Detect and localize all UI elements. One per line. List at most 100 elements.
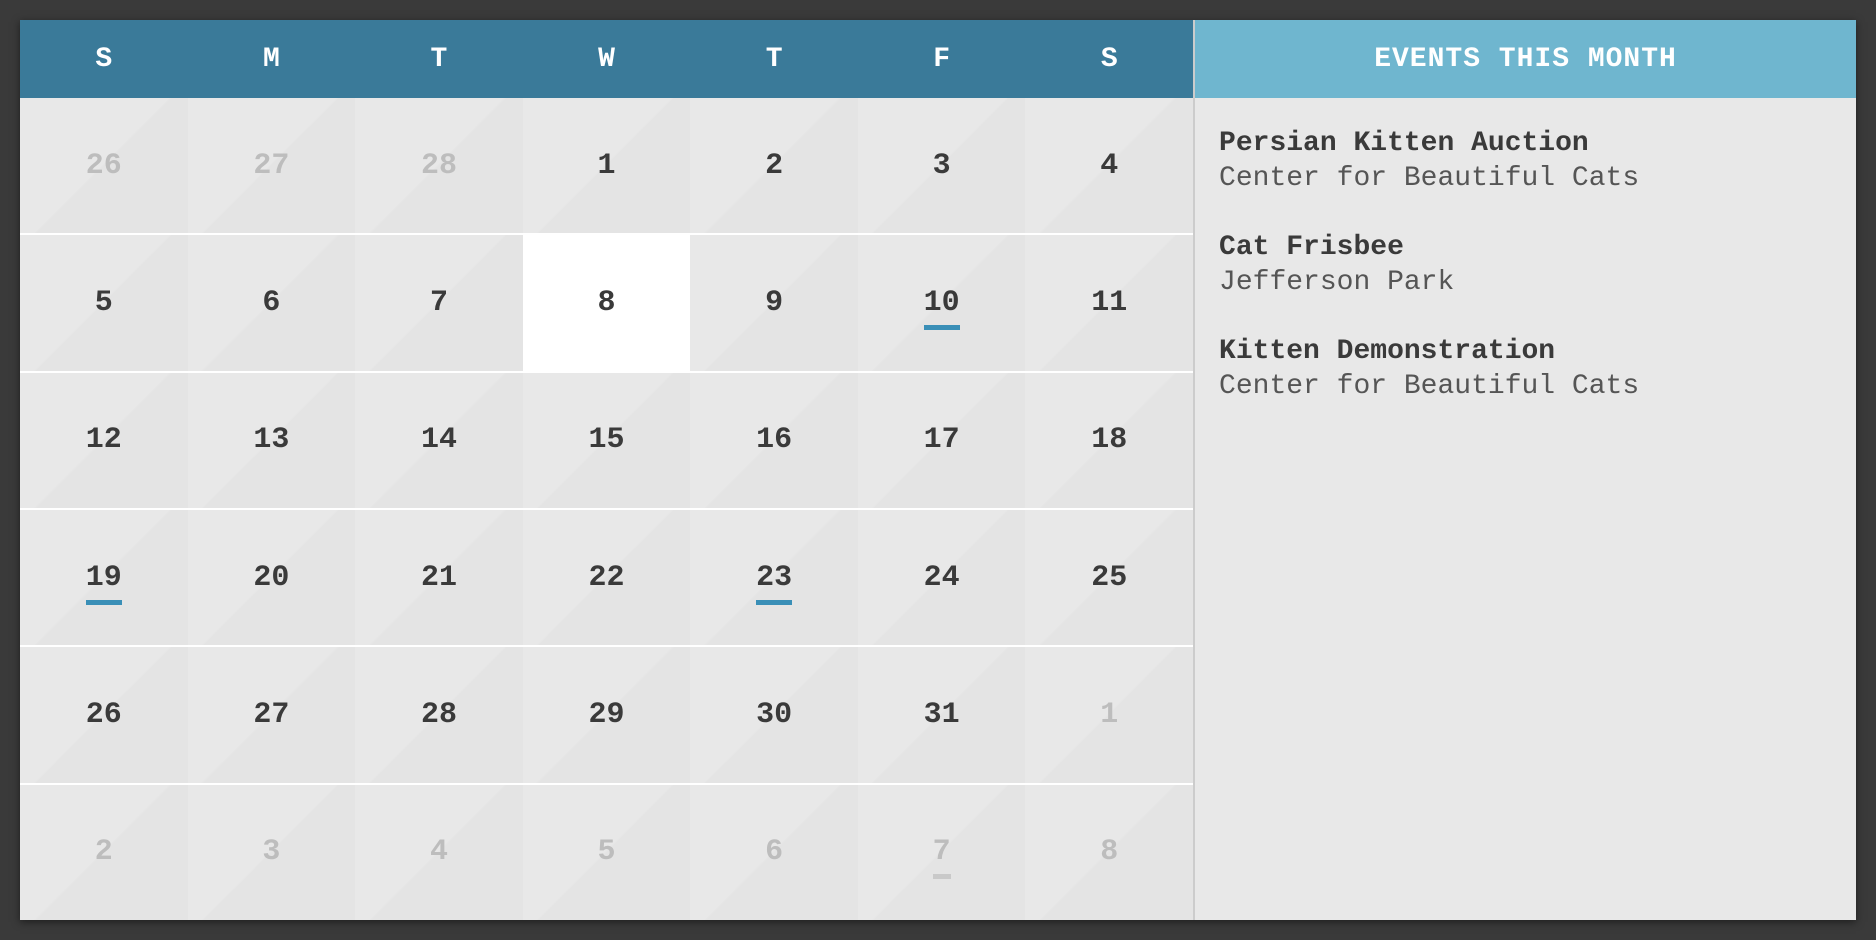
day-number: 6 xyxy=(765,835,783,869)
calendar-day-cell[interactable]: 22 xyxy=(523,510,691,645)
calendar-day-cell[interactable]: 21 xyxy=(355,510,523,645)
day-number: 30 xyxy=(756,698,792,732)
day-number: 27 xyxy=(253,149,289,183)
calendar-day-cell[interactable]: 3 xyxy=(188,785,356,920)
calendar-day-cell[interactable]: 6 xyxy=(690,785,858,920)
calendar-day-cell[interactable]: 13 xyxy=(188,373,356,508)
day-number: 22 xyxy=(589,561,625,595)
calendar-day-cell[interactable]: 23 xyxy=(690,510,858,645)
calendar-day-cell[interactable]: 20 xyxy=(188,510,356,645)
events-list: Persian Kitten AuctionCenter for Beautif… xyxy=(1195,98,1856,466)
calendar-day-cell[interactable]: 8 xyxy=(1025,785,1193,920)
day-of-week-sun: S xyxy=(20,20,188,98)
calendar-day-cell[interactable]: 16 xyxy=(690,373,858,508)
day-number: 15 xyxy=(589,423,625,457)
day-number: 12 xyxy=(86,423,122,457)
calendar-day-cell[interactable]: 15 xyxy=(523,373,691,508)
day-number: 11 xyxy=(1091,286,1127,320)
day-number: 23 xyxy=(756,561,792,595)
day-number: 10 xyxy=(924,286,960,320)
calendar-day-cell[interactable]: 18 xyxy=(1025,373,1193,508)
day-number: 29 xyxy=(589,698,625,732)
calendar-day-cell[interactable]: 27 xyxy=(188,647,356,782)
calendar-day-cell[interactable]: 4 xyxy=(355,785,523,920)
day-number: 5 xyxy=(598,835,616,869)
event-location: Center for Beautiful Cats xyxy=(1219,369,1832,404)
calendar-day-cell[interactable]: 11 xyxy=(1025,235,1193,370)
day-number: 8 xyxy=(1100,835,1118,869)
calendar-day-cell[interactable]: 19 xyxy=(20,510,188,645)
calendar-day-cell[interactable]: 1 xyxy=(523,98,691,233)
calendar-day-cell[interactable]: 26 xyxy=(20,98,188,233)
calendar-day-cell[interactable]: 29 xyxy=(523,647,691,782)
calendar-day-cell[interactable]: 9 xyxy=(690,235,858,370)
event-item[interactable]: Cat FrisbeeJefferson Park xyxy=(1219,230,1832,300)
calendar-day-cell[interactable]: 7 xyxy=(355,235,523,370)
calendar-day-cell[interactable]: 26 xyxy=(20,647,188,782)
day-number: 24 xyxy=(924,561,960,595)
calendar-day-cell[interactable]: 24 xyxy=(858,510,1026,645)
event-item[interactable]: Kitten DemonstrationCenter for Beautiful… xyxy=(1219,334,1832,404)
day-number: 7 xyxy=(430,286,448,320)
calendar-day-cell[interactable]: 2 xyxy=(690,98,858,233)
day-number: 20 xyxy=(253,561,289,595)
day-number: 21 xyxy=(421,561,457,595)
calendar-day-cell[interactable]: 27 xyxy=(188,98,356,233)
day-number: 1 xyxy=(598,149,616,183)
calendar-day-cell[interactable]: 10 xyxy=(858,235,1026,370)
calendar-day-cell[interactable]: 8 xyxy=(523,235,691,370)
calendar-day-cell[interactable]: 4 xyxy=(1025,98,1193,233)
calendar-body: 2627281234567891011121314151617181920212… xyxy=(20,98,1193,920)
day-number: 3 xyxy=(262,835,280,869)
day-number: 7 xyxy=(933,835,951,869)
day-number: 13 xyxy=(253,423,289,457)
calendar-day-cell[interactable]: 25 xyxy=(1025,510,1193,645)
calendar-row: 26 27 28 1 2 3 4 xyxy=(20,98,1193,235)
day-number: 28 xyxy=(421,149,457,183)
calendar-day-cell[interactable]: 5 xyxy=(20,235,188,370)
day-of-week-tue: T xyxy=(355,20,523,98)
calendar-day-cell[interactable]: 6 xyxy=(188,235,356,370)
day-number: 14 xyxy=(421,423,457,457)
day-number: 16 xyxy=(756,423,792,457)
calendar-row: 26 27 28 29 30 31 1 xyxy=(20,647,1193,784)
day-of-week-sat: S xyxy=(1025,20,1193,98)
day-number: 27 xyxy=(253,698,289,732)
day-number: 18 xyxy=(1091,423,1127,457)
event-location: Center for Beautiful Cats xyxy=(1219,161,1832,196)
event-item[interactable]: Persian Kitten AuctionCenter for Beautif… xyxy=(1219,126,1832,196)
calendar-day-cell[interactable]: 1 xyxy=(1025,647,1193,782)
calendar-day-cell[interactable]: 30 xyxy=(690,647,858,782)
calendar-days-header: S M T W T F S xyxy=(20,20,1193,98)
calendar-widget: S M T W T F S 26272812345678910111213141… xyxy=(20,20,1856,920)
calendar-day-cell[interactable]: 12 xyxy=(20,373,188,508)
event-title: Cat Frisbee xyxy=(1219,230,1832,265)
day-number: 5 xyxy=(95,286,113,320)
day-number: 3 xyxy=(933,149,951,183)
day-number: 31 xyxy=(924,698,960,732)
event-location: Jefferson Park xyxy=(1219,265,1832,300)
day-number: 1 xyxy=(1100,698,1118,732)
calendar-grid: S M T W T F S 26272812345678910111213141… xyxy=(20,20,1195,920)
calendar-row: 2 3 4 5 6 7 8 xyxy=(20,785,1193,920)
day-of-week-fri: F xyxy=(858,20,1026,98)
day-of-week-wed: W xyxy=(523,20,691,98)
calendar-day-cell[interactable]: 31 xyxy=(858,647,1026,782)
calendar-day-cell[interactable]: 28 xyxy=(355,647,523,782)
day-number: 2 xyxy=(95,835,113,869)
day-number: 19 xyxy=(86,561,122,595)
calendar-day-cell[interactable]: 7 xyxy=(858,785,1026,920)
day-number: 4 xyxy=(430,835,448,869)
events-header: EVENTS THIS MONTH xyxy=(1195,20,1856,98)
calendar-day-cell[interactable]: 2 xyxy=(20,785,188,920)
calendar-day-cell[interactable]: 14 xyxy=(355,373,523,508)
calendar-day-cell[interactable]: 17 xyxy=(858,373,1026,508)
calendar-day-cell[interactable]: 28 xyxy=(355,98,523,233)
event-title: Persian Kitten Auction xyxy=(1219,126,1832,161)
calendar-day-cell[interactable]: 3 xyxy=(858,98,1026,233)
event-title: Kitten Demonstration xyxy=(1219,334,1832,369)
day-of-week-mon: M xyxy=(188,20,356,98)
day-of-week-thu: T xyxy=(690,20,858,98)
events-panel: EVENTS THIS MONTH Persian Kitten Auction… xyxy=(1195,20,1856,920)
calendar-day-cell[interactable]: 5 xyxy=(523,785,691,920)
